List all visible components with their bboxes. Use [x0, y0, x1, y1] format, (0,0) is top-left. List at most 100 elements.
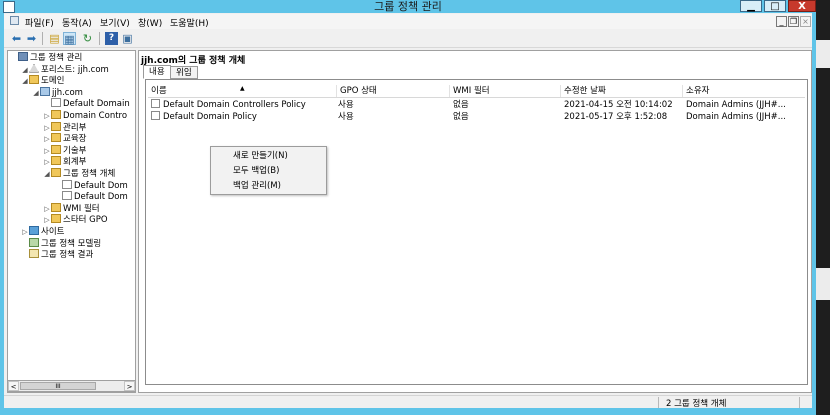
console-menu-icon[interactable]	[10, 16, 19, 25]
title-bar[interactable]: 그룹 정책 관리 ▁ □ X	[0, 0, 816, 13]
column-header-owner[interactable]: 소유자	[683, 85, 805, 97]
tree-expander-icon[interactable]: ◢	[21, 75, 29, 87]
folder-icon	[51, 133, 61, 143]
tree-expander-icon[interactable]: ▷	[21, 226, 29, 238]
folder-icon	[51, 202, 61, 212]
context-menu-item-backup-all[interactable]: 모두 백업(B)	[233, 165, 279, 177]
up-folder-icon[interactable]: ▤	[48, 32, 61, 45]
mdi-restore-button[interactable]: ❐	[788, 16, 799, 27]
tree-item[interactable]: Default Dom	[54, 191, 128, 203]
status-divider	[658, 397, 659, 408]
folder-icon	[29, 75, 39, 85]
mdi-close-button[interactable]: ×	[800, 16, 811, 27]
tree-expander-icon[interactable]: ▷	[43, 122, 51, 134]
tree-item[interactable]: Default Dom	[54, 179, 128, 192]
column-header-modified-date[interactable]: 수정한 날짜	[561, 85, 683, 97]
menu-bar: 파일(F) 동작(A) 보기(V) 창(W) 도움말(H) _ ❐ ×	[4, 14, 812, 29]
scroll-thumb[interactable]: III	[20, 382, 96, 390]
tree-expander-icon[interactable]: ◢	[43, 168, 51, 180]
forest-icon	[29, 63, 39, 73]
tree-item-label: 사이트	[41, 227, 65, 237]
tree-item[interactable]: ▷ 교육장	[43, 133, 86, 145]
status-divider	[799, 397, 800, 408]
tree-item-label: 관리부	[63, 122, 87, 133]
refresh-icon[interactable]: ↻	[81, 32, 94, 45]
tree-item[interactable]: 그룹 정책 관리	[10, 52, 82, 64]
column-header-wmi-filter[interactable]: WMI 필터	[450, 85, 561, 97]
column-header-name[interactable]: 이름 ▲	[148, 85, 337, 97]
window-bottom-border	[0, 408, 816, 415]
column-header-gpo-status[interactable]: GPO 상태	[337, 85, 450, 97]
context-menu-item-manage-backups[interactable]: 백업 관리(M)	[233, 180, 281, 192]
tree-item[interactable]: ▷ 사이트	[21, 226, 64, 238]
tab-delegation[interactable]: 위임	[170, 66, 198, 79]
tree-expander-icon[interactable]: ▷	[43, 203, 51, 215]
tree-item[interactable]: ▷ Domain Contro	[43, 110, 127, 122]
console-icon[interactable]: ▣	[121, 32, 134, 45]
table-cell: 사용	[338, 100, 354, 110]
menu-window[interactable]: 창(W)	[138, 16, 162, 29]
tree-expander-icon[interactable]: ▷	[43, 156, 51, 168]
table-cell: Domain Admins (JJH#...	[686, 100, 786, 110]
back-arrow-icon[interactable]: ⬅	[10, 32, 23, 45]
background-window-strip	[816, 0, 830, 415]
tab-contents[interactable]: 내용	[143, 65, 171, 79]
tree-item[interactable]: 그룹 정책 결과	[21, 249, 93, 261]
tree-item[interactable]: ◢ 그룹 정책 개체	[43, 168, 115, 180]
tree-item[interactable]: ◢ jjh.com	[32, 86, 83, 99]
tree-item-label: Default Dom	[74, 180, 128, 191]
tree-expander-icon[interactable]: ◢	[21, 64, 29, 76]
model-icon	[29, 237, 39, 247]
status-bar: 2 그룹 정책 개체	[4, 395, 812, 409]
table-row[interactable]: Default Domain Policy 사용 없음 2021-05-17 오후 1…	[148, 111, 805, 123]
scroll-right-button[interactable]: >	[124, 381, 135, 391]
tree-item-label: Default Dom	[74, 192, 128, 203]
tree-item[interactable]: ▷ 회계부	[43, 156, 86, 168]
gpo-icon	[151, 99, 160, 108]
background-window-segment	[816, 0, 830, 40]
tree-item[interactable]: ◢ 포리스트: jjh.com	[21, 63, 109, 76]
navigation-tree[interactable]: 그룹 정책 관리 ◢ 포리스트: jjh.com ◢ 도메인 ◢ jjh.com Defaul…	[7, 50, 136, 393]
gpo-list[interactable]: 이름 ▲ GPO 상태 WMI 필터 수정한 날짜 소유자 Default Do…	[145, 79, 808, 385]
toolbar-separator	[99, 32, 100, 45]
tree-expander-icon[interactable]: ▷	[43, 133, 51, 145]
tree-item-label: 도메인	[41, 76, 65, 87]
tree-item[interactable]: ▷ 기술부	[43, 144, 87, 157]
table-cell: 2021-04-15 오전 10:14:02	[564, 100, 673, 110]
tree-expander-icon[interactable]: ◢	[32, 87, 40, 99]
table-cell: 사용	[338, 112, 354, 122]
tree-item-label: 기술부	[63, 145, 87, 156]
help-icon[interactable]: ?	[105, 32, 118, 45]
mdi-minimize-button[interactable]: _	[776, 16, 787, 27]
context-menu: 새로 만들기(N) 모두 백업(B) 백업 관리(M)	[210, 146, 327, 195]
tree-expander-icon[interactable]: ▷	[43, 110, 51, 122]
show-tree-icon[interactable]: ▦	[63, 32, 76, 46]
minimize-button[interactable]: ▁	[740, 0, 762, 12]
tree-item[interactable]: 그룹 정책 모델링	[21, 237, 101, 250]
maximize-button[interactable]: □	[764, 0, 786, 12]
close-button[interactable]: X	[788, 0, 816, 12]
tree-item[interactable]: ▷ 관리부	[43, 121, 87, 134]
forward-arrow-icon[interactable]: ➡	[25, 32, 38, 45]
tree-item[interactable]: ▷ WMI 필터	[43, 202, 100, 215]
menu-action[interactable]: 동작(A)	[62, 16, 92, 29]
doc-icon	[62, 179, 72, 189]
sort-ascending-icon: ▲	[240, 85, 245, 92]
menu-file[interactable]: 파일(F)	[25, 16, 54, 29]
domain-icon	[40, 86, 50, 96]
tree-expander-icon[interactable]: ▷	[43, 145, 51, 157]
table-row[interactable]: Default Domain Controllers Policy 사용 없음 202…	[148, 99, 805, 111]
tree-item[interactable]: Default Domain	[43, 98, 130, 110]
tree-item-label: 회계부	[63, 157, 87, 168]
table-cell: 없음	[453, 100, 469, 110]
tree-item-label: 스타터 GPO	[63, 215, 108, 226]
menu-help[interactable]: 도움말(H)	[170, 16, 209, 29]
tree-expander-icon[interactable]: ▷	[43, 214, 51, 226]
tree-item[interactable]: ▷ 스타터 GPO	[43, 214, 108, 226]
tree-item-label: 그룹 정책 개체	[63, 169, 116, 179]
context-menu-item-new[interactable]: 새로 만들기(N)	[233, 150, 288, 162]
tree-horizontal-scrollbar[interactable]: < III >	[7, 380, 136, 392]
menu-view[interactable]: 보기(V)	[100, 16, 130, 29]
tree-item[interactable]: ◢ 도메인	[21, 75, 64, 87]
scroll-left-button[interactable]: <	[8, 381, 19, 391]
